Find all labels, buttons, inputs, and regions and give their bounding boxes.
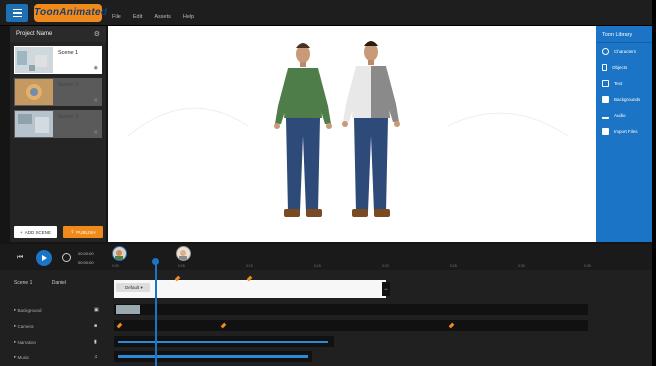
sidebar-actions: + ADD SCENE ⇪ PUBLISH [14,226,104,238]
publish-button[interactable]: ⇪ PUBLISH [63,226,103,238]
canvas-stage[interactable] [108,26,596,242]
audio-icon [602,112,609,119]
time-total: 00:00:00 [78,260,94,265]
menu-edit[interactable]: Edit [133,14,142,20]
upload-icon: ⇪ [70,229,75,234]
track-row-background[interactable]: ▸ Background [10,304,106,316]
gear-icon[interactable]: ⚙ [94,30,100,38]
scene-thumbnail [15,79,53,105]
toon-library-panel: Toon Library Characters Objects Text Bac… [596,26,652,242]
microphone-icon: ▮ [94,339,97,345]
track-row-music[interactable]: ▸ Music [10,351,106,363]
camera-track[interactable] [114,320,588,331]
menu-bar: File Edit Assets Help [112,14,194,20]
ruler-tick: 0:10 [246,264,253,268]
scenes-sidebar: Project Name ⚙ Scene 1 ◉ Scene 2 ◉ Scene… [10,26,106,242]
library-title: Toon Library [596,26,652,43]
project-name[interactable]: Project Name [16,31,52,37]
scene-thumbnail [15,47,53,73]
project-header: Project Name ⚙ [10,26,106,42]
top-bar: ToonAnimated File Edit Assets Help [0,0,656,26]
track-resize-handle[interactable]: ↔ [382,282,390,296]
publish-label: PUBLISH [76,229,96,235]
character-avatar-2[interactable] [176,246,191,261]
scene-thumbnail [15,111,53,137]
playback-controls: ⏮ 00:00:00 00:00:00 [10,248,106,268]
add-scene-label: ADD SCENE [24,229,51,235]
library-item-objects[interactable]: Objects [596,59,652,75]
library-item-label: Characters [614,48,637,54]
camera-icon: ■ [94,323,98,329]
track-label: Background [17,307,42,313]
timeline-track-select[interactable]: Daniel [52,280,66,286]
music-waveform [118,355,308,358]
track-row-camera[interactable]: ▸ Camera [10,320,106,332]
ruler-tick: 0:35 [584,264,591,268]
library-item-label: Backgrounds [614,96,641,102]
window-edge [652,0,656,366]
ruler-tick: 0:25 [450,264,457,268]
skip-back-icon[interactable]: ⏮ [17,254,23,262]
library-item-import-files[interactable]: Import Files [596,123,652,139]
timeline-scene-selector[interactable]: Scene 1 Daniel [14,280,66,286]
object-icon [602,63,607,71]
plus-icon: + [20,229,23,235]
character-icon [602,47,609,55]
scene-item-2[interactable]: Scene 2 ◉ [14,78,102,106]
play-icon [42,255,47,261]
scene-item-1[interactable]: Scene 1 ◉ [14,46,102,74]
library-item-label: Audio [614,112,626,118]
scene-options-icon[interactable]: ◉ [94,97,98,103]
play-button[interactable] [36,250,52,266]
music-icon: ♫ [94,354,98,360]
import-icon [602,127,609,135]
character-green-shirt[interactable] [274,43,332,217]
library-item-audio[interactable]: Audio [596,107,652,123]
scene-options-icon[interactable]: ◉ [94,129,98,135]
background-thumbnail[interactable] [116,305,140,314]
library-item-label: Text [614,80,623,86]
scene-item-3[interactable]: Scene 3 ◉ [14,110,102,138]
ruler-tick: 0:30 [518,264,525,268]
ruler-tick: 0:20 [382,264,389,268]
character-grey-shirt[interactable] [342,41,400,217]
narration-waveform [118,341,328,343]
image-icon: ▣ [94,307,99,313]
hamburger-menu-icon[interactable] [6,4,28,22]
add-scene-button[interactable]: + ADD SCENE [14,226,57,238]
time-current: 00:00:00 [78,251,94,256]
dropdown-label: Default [125,285,140,290]
app-logo: ToonAnimated [34,4,107,22]
track-row-narration[interactable]: ▸ Narration [10,336,106,348]
ruler-tick: 0:00 [112,264,119,268]
background-track[interactable] [114,304,588,315]
playhead-line[interactable] [155,259,157,366]
track-label: Narration [17,339,37,345]
scene-options-icon[interactable]: ◉ [94,65,98,71]
animation-dropdown[interactable]: Default ▾ [116,283,150,292]
time-readout: 00:00:00 00:00:00 [78,249,94,267]
text-icon [602,79,609,87]
clock-icon[interactable] [62,253,71,262]
library-item-characters[interactable]: Characters [596,43,652,59]
track-label: Camera [17,323,34,329]
menu-help[interactable]: Help [183,14,194,20]
ruler-tick: 0:15 [314,264,321,268]
library-item-backgrounds[interactable]: Backgrounds [596,91,652,107]
playhead-handle[interactable] [152,258,159,265]
timeline-scene-label: Scene 1 [14,280,33,286]
background-icon [602,95,609,103]
library-item-label: Import Files [614,128,638,134]
ruler-tick: 0:05 [178,264,185,268]
app-window: ToonAnimated File Edit Assets Help Proje… [0,0,656,366]
stage-characters [127,41,569,217]
menu-assets[interactable]: Assets [154,14,171,20]
character-avatar-1[interactable] [112,246,127,261]
menu-file[interactable]: File [112,14,121,20]
track-label: Music [17,354,30,360]
library-item-text[interactable]: Text [596,75,652,91]
library-item-label: Objects [612,64,628,70]
